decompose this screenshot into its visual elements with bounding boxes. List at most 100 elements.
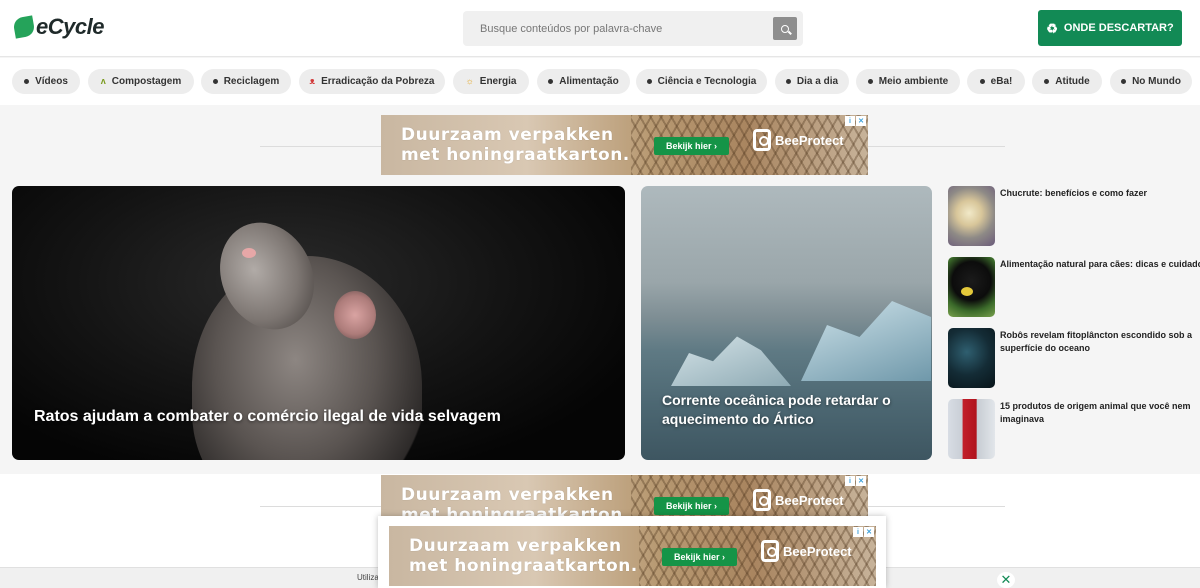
rat-nose-image bbox=[242, 248, 256, 258]
bullet-icon bbox=[785, 79, 791, 84]
category-erradicacao-da-pobreza[interactable]: ᴥ Erradicação da Pobreza bbox=[299, 69, 445, 94]
ad-choices[interactable]: i ✕ bbox=[845, 116, 866, 126]
ad-cta-button[interactable]: Bekijk hier › bbox=[662, 548, 737, 566]
article-thumbnail bbox=[948, 328, 995, 388]
ad-choices[interactable]: i ✕ bbox=[845, 476, 866, 486]
category-label: Erradicação da Pobreza bbox=[321, 76, 435, 87]
ad-line-1: Duurzaam verpakken bbox=[401, 485, 614, 505]
category-label: Compostagem bbox=[111, 76, 182, 87]
cookie-text: Utiliza bbox=[357, 573, 379, 582]
bullet-icon bbox=[1121, 79, 1127, 84]
category-label: Vídeos bbox=[35, 76, 68, 87]
site-logo[interactable]: eCycle bbox=[12, 14, 104, 40]
beeprotect-logo-icon bbox=[753, 489, 771, 511]
bullet-icon bbox=[867, 79, 873, 84]
featured-article-rats[interactable]: Ratos ajudam a combater o comércio ilega… bbox=[12, 186, 625, 460]
ad-brand: BeeProtect bbox=[761, 540, 852, 562]
rat-ear-image bbox=[334, 291, 376, 339]
featured-title: Ratos ajudam a combater o comércio ilega… bbox=[34, 408, 501, 425]
people-icon: ᴥ bbox=[309, 76, 316, 86]
bullet-icon bbox=[24, 79, 30, 84]
category-reciclagem[interactable]: Reciclagem bbox=[201, 69, 291, 94]
side-article-title: Chucrute: benefícios e como fazer bbox=[1000, 188, 1148, 198]
side-article-title: Alimentação natural para cães: dicas e c… bbox=[1000, 259, 1200, 269]
category-label: eBa! bbox=[990, 76, 1013, 87]
ad-choices[interactable]: i ✕ bbox=[853, 527, 874, 537]
adchoices-close-icon[interactable]: ✕ bbox=[856, 116, 866, 126]
sun-icon: ☼ bbox=[465, 76, 474, 86]
side-article-title: Robôs revelam fitoplâncton escondido sob… bbox=[1000, 330, 1193, 353]
ad-cta-button[interactable]: Bekijk hier › bbox=[654, 137, 729, 155]
iceberg-image bbox=[671, 336, 791, 386]
ad-line-2: met honingraatkarton. bbox=[401, 145, 630, 165]
category-label: No Mundo bbox=[1132, 76, 1181, 87]
side-article[interactable]: Alimentação natural para cães: dicas e c… bbox=[948, 257, 1200, 317]
sticky-banner-ad[interactable]: Duurzaam verpakken met honingraatkarton.… bbox=[389, 526, 876, 586]
close-icon: ✕ bbox=[1000, 572, 1012, 588]
side-article-title: 15 produtos de origem animal que você ne… bbox=[1000, 401, 1191, 424]
ad-brand-name: BeeProtect bbox=[775, 132, 844, 148]
category-label: Meio ambiente bbox=[878, 76, 949, 87]
leaf-logo-icon bbox=[12, 15, 36, 39]
ad-brand: BeeProtect bbox=[753, 129, 844, 151]
category-atitude[interactable]: Atitude bbox=[1032, 69, 1102, 94]
search-button[interactable] bbox=[773, 17, 797, 40]
recycle-icon: ♻ bbox=[1046, 20, 1058, 36]
category-label: Alimentação bbox=[559, 76, 619, 87]
featured-title: Corrente oceânica pode retardar o aqueci… bbox=[662, 392, 891, 427]
category-meio-ambiente[interactable]: Meio ambiente bbox=[856, 69, 960, 94]
cta-label: ONDE DESCARTAR? bbox=[1063, 22, 1174, 34]
category-energia[interactable]: ☼ Energia bbox=[453, 69, 529, 94]
side-article[interactable]: 15 produtos de origem animal que você ne… bbox=[948, 399, 1200, 459]
ad-brand-name: BeeProtect bbox=[775, 492, 844, 508]
featured-article-arctic[interactable]: Corrente oceânica pode retardar o aqueci… bbox=[641, 186, 932, 460]
bullet-icon bbox=[1044, 79, 1050, 84]
bullet-icon bbox=[212, 79, 218, 84]
adchoices-info-icon[interactable]: i bbox=[845, 116, 855, 126]
category-dia-a-dia[interactable]: Dia a dia bbox=[775, 69, 849, 94]
ad-headline: Duurzaam verpakken met honingraatkarton. bbox=[401, 125, 630, 165]
bullet-icon bbox=[548, 79, 554, 84]
beeprotect-logo-icon bbox=[761, 540, 779, 562]
banner-ad[interactable]: Duurzaam verpakken met honingraatkarton.… bbox=[381, 115, 868, 175]
side-article[interactable]: Chucrute: benefícios e como fazer bbox=[948, 186, 1200, 246]
beeprotect-logo-icon bbox=[753, 129, 771, 151]
bullet-icon bbox=[979, 79, 985, 84]
ad-brand-name: BeeProtect bbox=[783, 543, 852, 559]
iceberg-image bbox=[801, 301, 931, 381]
category-alimentacao[interactable]: Alimentação bbox=[537, 69, 630, 94]
search-icon bbox=[781, 24, 789, 33]
sprout-icon: ᴧ bbox=[100, 76, 106, 86]
category-label: Dia a dia bbox=[796, 76, 839, 87]
close-cookie-button[interactable]: ✕ bbox=[997, 572, 1015, 588]
ad-line-2: met honingraatkarton. bbox=[409, 556, 638, 576]
category-label: Ciência e Tecnologia bbox=[657, 76, 757, 87]
bullet-icon bbox=[646, 79, 652, 84]
category-label: Energia bbox=[479, 76, 517, 87]
ad-line-1: Duurzaam verpakken bbox=[401, 125, 614, 145]
category-nav: Vídeos ᴧ Compostagem Reciclagem ᴥ Erradi… bbox=[0, 58, 1200, 105]
adchoices-info-icon[interactable]: i bbox=[853, 527, 863, 537]
category-eba[interactable]: eBa! bbox=[967, 69, 1025, 94]
ad-brand: BeeProtect bbox=[753, 489, 844, 511]
ad-cta-button[interactable]: Bekijk hier › bbox=[654, 497, 729, 515]
adchoices-close-icon[interactable]: ✕ bbox=[864, 527, 874, 537]
adchoices-close-icon[interactable]: ✕ bbox=[856, 476, 866, 486]
onde-descartar-button[interactable]: ♻ ONDE DESCARTAR? bbox=[1038, 10, 1182, 46]
article-thumbnail bbox=[948, 186, 995, 246]
ad-headline: Duurzaam verpakken met honingraatkarton. bbox=[409, 536, 638, 576]
article-thumbnail bbox=[948, 257, 995, 317]
article-thumbnail bbox=[948, 399, 995, 459]
category-no-mundo[interactable]: No Mundo bbox=[1110, 69, 1192, 94]
ad-line-1: Duurzaam verpakken bbox=[409, 536, 622, 556]
site-header: eCycle ♻ ONDE DESCARTAR? bbox=[0, 0, 1200, 57]
category-label: Reciclagem bbox=[223, 76, 280, 87]
side-article[interactable]: Robôs revelam fitoplâncton escondido sob… bbox=[948, 328, 1200, 388]
category-label: Atitude bbox=[1055, 76, 1090, 87]
category-compostagem[interactable]: ᴧ Compostagem bbox=[88, 69, 194, 94]
adchoices-info-icon[interactable]: i bbox=[845, 476, 855, 486]
category-videos[interactable]: Vídeos bbox=[12, 69, 80, 94]
search-input[interactable] bbox=[463, 11, 763, 46]
category-ciencia-e-tecnologia[interactable]: Ciência e Tecnologia bbox=[636, 69, 767, 94]
search-bar bbox=[463, 11, 803, 46]
